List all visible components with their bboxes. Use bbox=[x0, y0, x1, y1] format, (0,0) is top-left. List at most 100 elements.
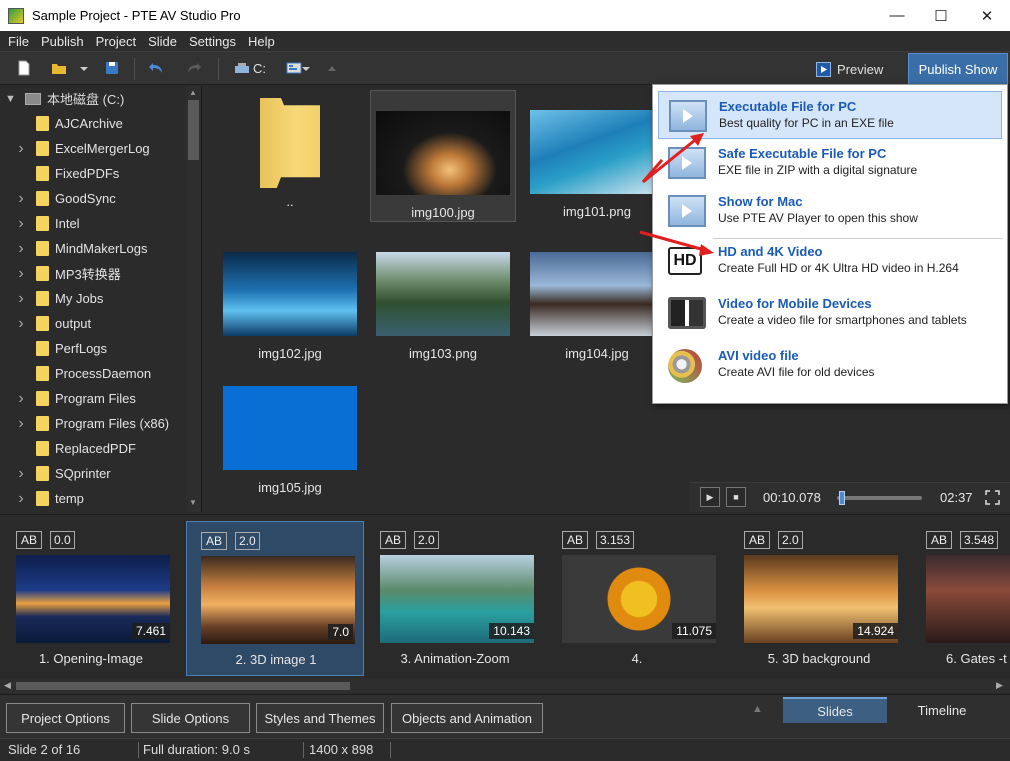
tree-item[interactable]: › My Jobs bbox=[0, 286, 185, 311]
scroll-left-icon[interactable]: ◀ bbox=[4, 680, 11, 691]
undo-icon[interactable] bbox=[148, 60, 164, 76]
expand-chevron-icon[interactable]: › bbox=[14, 215, 28, 233]
transition-ab-badge[interactable]: AB bbox=[926, 531, 953, 549]
expand-chevron-icon[interactable]: › bbox=[14, 240, 28, 258]
preview-button[interactable]: Preview bbox=[808, 58, 898, 80]
view-dropdown-icon[interactable] bbox=[300, 60, 312, 76]
menu-settings[interactable]: Settings bbox=[183, 34, 242, 49]
slide-item[interactable]: AB 0.0 7.461 1. Opening-Image bbox=[2, 521, 180, 676]
menu-file[interactable]: File bbox=[0, 34, 35, 49]
slide-item[interactable]: AB 2.0 7.0 2. 3D image 1 bbox=[186, 521, 364, 676]
open-folder-icon[interactable] bbox=[51, 60, 67, 76]
tree-item[interactable]: › GoodSync bbox=[0, 186, 185, 211]
slides-scrollbar[interactable]: ◀ ▶ bbox=[0, 679, 1010, 693]
expand-chevron-icon[interactable]: › bbox=[14, 465, 28, 483]
up-folder-icon[interactable] bbox=[326, 60, 338, 76]
file-item[interactable]: img105.jpg bbox=[217, 366, 363, 498]
expand-chevron-icon[interactable]: › bbox=[14, 265, 28, 283]
file-item[interactable]: img103.png bbox=[370, 232, 516, 364]
slide-item[interactable]: AB 2.0 14.924 5. 3D background bbox=[730, 521, 908, 676]
styles-themes-button[interactable]: Styles and Themes bbox=[256, 703, 384, 733]
transition-ab-badge[interactable]: AB bbox=[380, 531, 407, 549]
transition-ab-badge[interactable]: AB bbox=[201, 532, 228, 550]
tree-item[interactable]: › SQprinter bbox=[0, 461, 185, 486]
tree-item[interactable]: › output bbox=[0, 311, 185, 336]
tree-item[interactable]: AJCArchive bbox=[0, 111, 185, 136]
tree-item[interactable]: ProcessDaemon bbox=[0, 361, 185, 386]
tree-item[interactable]: › MindMakerLogs bbox=[0, 236, 185, 261]
tree-scrollbar[interactable]: ▲ ▼ bbox=[186, 86, 201, 512]
transition-duration[interactable]: 3.153 bbox=[596, 531, 635, 549]
file-item[interactable]: img102.jpg bbox=[217, 232, 363, 364]
menu-publish[interactable]: Publish bbox=[35, 34, 90, 49]
open-dropdown-icon[interactable] bbox=[78, 60, 90, 76]
transition-ab-badge[interactable]: AB bbox=[562, 531, 589, 549]
expand-chevron-icon[interactable]: › bbox=[14, 390, 28, 408]
drive-label[interactable]: C: bbox=[253, 61, 266, 76]
close-button[interactable]: ✕ bbox=[964, 0, 1010, 31]
transition-duration[interactable]: 2.0 bbox=[235, 532, 260, 550]
expand-chevron-icon[interactable]: › bbox=[14, 140, 28, 158]
tree-scroll-thumb[interactable] bbox=[188, 100, 199, 160]
transition-duration[interactable]: 2.0 bbox=[414, 531, 439, 549]
transition-duration[interactable]: 2.0 bbox=[778, 531, 803, 549]
tree-item-label: FixedPDFs bbox=[55, 166, 120, 181]
film-reel-icon bbox=[668, 349, 702, 383]
tree-item[interactable]: › ExcelMergerLog bbox=[0, 136, 185, 161]
file-item[interactable]: img100.jpg bbox=[370, 90, 516, 222]
scroll-right-icon[interactable]: ▶ bbox=[996, 680, 1003, 691]
slide-item[interactable]: AB 3.548 6. Gates -t bbox=[912, 521, 1010, 676]
tree-item[interactable]: › Intel bbox=[0, 211, 185, 236]
tree-item[interactable]: › MP3转换器 bbox=[0, 261, 185, 286]
slide-item[interactable]: AB 2.0 10.143 3. Animation-Zoom bbox=[366, 521, 544, 676]
tree-item[interactable]: › Program Files (x86) bbox=[0, 411, 185, 436]
tab-slides[interactable]: Slides bbox=[783, 697, 887, 723]
maximize-button[interactable]: ☐ bbox=[918, 0, 964, 31]
slides-scroll-thumb[interactable] bbox=[16, 682, 350, 690]
parent-folder-item[interactable]: .. bbox=[217, 90, 363, 222]
objects-animation-button[interactable]: Objects and Animation bbox=[391, 703, 543, 733]
transition-ab-badge[interactable]: AB bbox=[16, 531, 43, 549]
slide-item[interactable]: AB 3.153 11.075 4. bbox=[548, 521, 726, 676]
tree-item[interactable]: › temp bbox=[0, 486, 185, 511]
seek-thumb[interactable] bbox=[839, 491, 846, 505]
expand-chevron-icon[interactable]: › bbox=[14, 315, 28, 333]
minimize-button[interactable]: — bbox=[874, 0, 920, 31]
menu-help[interactable]: Help bbox=[242, 34, 281, 49]
save-icon[interactable] bbox=[104, 60, 120, 76]
new-file-icon[interactable] bbox=[16, 60, 32, 76]
transition-ab-badge[interactable]: AB bbox=[744, 531, 771, 549]
scroll-up-icon[interactable]: ▲ bbox=[189, 88, 197, 97]
stop-button[interactable]: ■ bbox=[726, 487, 746, 507]
redo-icon[interactable] bbox=[186, 60, 202, 76]
tree-item[interactable]: ReplacedPDF bbox=[0, 436, 185, 461]
expand-chevron-icon[interactable]: › bbox=[14, 415, 28, 433]
publish-option[interactable]: AVI video file Create AVI file for old de… bbox=[658, 341, 1002, 389]
transition-duration[interactable]: 3.548 bbox=[960, 531, 999, 549]
project-options-button[interactable]: Project Options bbox=[6, 703, 125, 733]
tree-item[interactable]: PerfLogs bbox=[0, 336, 185, 361]
publish-option[interactable]: Video for Mobile Devices Create a video f… bbox=[658, 289, 1002, 337]
expand-chevron-icon[interactable]: › bbox=[14, 290, 28, 308]
expand-chevron-icon[interactable]: › bbox=[14, 190, 28, 208]
scroll-down-icon[interactable]: ▼ bbox=[189, 498, 197, 507]
slide-thumbnail[interactable] bbox=[926, 555, 1010, 643]
folder-icon bbox=[36, 466, 49, 481]
expand-chevron-icon[interactable]: › bbox=[14, 490, 28, 508]
play-button[interactable]: ▶ bbox=[700, 487, 720, 507]
fullscreen-icon[interactable] bbox=[985, 490, 1000, 505]
tree-item[interactable]: › Program Files bbox=[0, 386, 185, 411]
tab-timeline[interactable]: Timeline bbox=[890, 697, 994, 723]
menu-slide[interactable]: Slide bbox=[142, 34, 183, 49]
tree-item[interactable]: FixedPDFs bbox=[0, 161, 185, 186]
transition-duration[interactable]: 0.0 bbox=[50, 531, 75, 549]
collapse-icon[interactable]: ▼ bbox=[5, 93, 19, 105]
drive-icon[interactable] bbox=[234, 60, 250, 76]
tree-item-label: ProcessDaemon bbox=[55, 366, 152, 381]
slide-options-button[interactable]: Slide Options bbox=[131, 703, 250, 733]
seek-bar[interactable] bbox=[837, 491, 922, 505]
tree-root-drive[interactable]: ▼ 本地磁盘 (C:) bbox=[0, 86, 124, 111]
collapse-up-icon[interactable]: ▲ bbox=[752, 703, 763, 715]
menu-project[interactable]: Project bbox=[90, 34, 142, 49]
publish-show-button[interactable]: Publish Show bbox=[908, 53, 1008, 85]
